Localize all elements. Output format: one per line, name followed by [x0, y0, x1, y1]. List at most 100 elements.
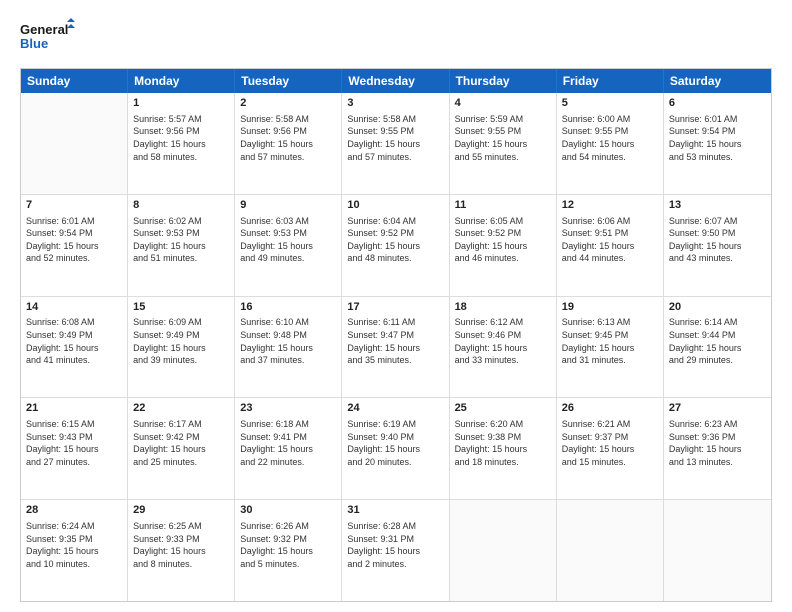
day-info: Sunrise: 6:08 AMSunset: 9:49 PMDaylight:…: [26, 316, 122, 366]
day-number: 20: [669, 300, 766, 315]
day-info: Sunrise: 6:19 AMSunset: 9:40 PMDaylight:…: [347, 418, 443, 468]
day-info: Sunrise: 6:01 AMSunset: 9:54 PMDaylight:…: [669, 113, 766, 163]
day-info: Sunrise: 6:17 AMSunset: 9:42 PMDaylight:…: [133, 418, 229, 468]
day-number: 28: [26, 503, 122, 518]
day-number: 13: [669, 198, 766, 213]
calendar-row: 28 Sunrise: 6:24 AMSunset: 9:35 PMDayligh…: [21, 500, 771, 601]
day-info: Sunrise: 6:11 AMSunset: 9:47 PMDaylight:…: [347, 316, 443, 366]
day-info: Sunrise: 5:59 AMSunset: 9:55 PMDaylight:…: [455, 113, 551, 163]
calendar-cell: 3 Sunrise: 5:58 AMSunset: 9:55 PMDaylight…: [342, 93, 449, 194]
day-info: Sunrise: 6:07 AMSunset: 9:50 PMDaylight:…: [669, 215, 766, 265]
calendar-cell: 5Sunrise: 6:00 AMSunset: 9:55 PMDaylight…: [557, 93, 664, 194]
calendar-cell: 30 Sunrise: 6:26 AMSunset: 9:32 PMDayligh…: [235, 500, 342, 601]
weekday-header: Friday: [557, 69, 664, 93]
day-number: 31: [347, 503, 443, 518]
day-info: Sunrise: 6:26 AMSunset: 9:32 PMDaylight:…: [240, 520, 336, 570]
day-number: 22: [133, 401, 229, 416]
day-number: 4: [455, 96, 551, 111]
logo: General Blue: [20, 18, 75, 58]
day-info: Sunrise: 6:12 AMSunset: 9:46 PMDaylight:…: [455, 316, 551, 366]
calendar-cell: 29Sunrise: 6:25 AMSunset: 9:33 PMDayligh…: [128, 500, 235, 601]
day-info: Sunrise: 6:15 AMSunset: 9:43 PMDaylight:…: [26, 418, 122, 468]
weekday-header: Tuesday: [235, 69, 342, 93]
svg-text:General: General: [20, 22, 68, 37]
day-info: Sunrise: 6:24 AMSunset: 9:35 PMDaylight:…: [26, 520, 122, 570]
calendar-cell: 16Sunrise: 6:10 AMSunset: 9:48 PMDayligh…: [235, 297, 342, 398]
calendar-cell: 25 Sunrise: 6:20 AMSunset: 9:38 PMDayligh…: [450, 398, 557, 499]
day-number: 16: [240, 300, 336, 315]
day-number: 18: [455, 300, 551, 315]
day-info: Sunrise: 6:14 AMSunset: 9:44 PMDaylight:…: [669, 316, 766, 366]
calendar-cell: 24 Sunrise: 6:19 AMSunset: 9:40 PMDayligh…: [342, 398, 449, 499]
calendar-header: SundayMondayTuesdayWednesdayThursdayFrid…: [21, 69, 771, 93]
day-number: 30: [240, 503, 336, 518]
day-number: 25: [455, 401, 551, 416]
day-number: 3: [347, 96, 443, 111]
weekday-header: Thursday: [450, 69, 557, 93]
day-info: Sunrise: 6:04 AMSunset: 9:52 PMDaylight:…: [347, 215, 443, 265]
calendar-cell: [664, 500, 771, 601]
calendar-cell: 11 Sunrise: 6:05 AMSunset: 9:52 PMDayligh…: [450, 195, 557, 296]
calendar-cell: 15Sunrise: 6:09 AMSunset: 9:49 PMDayligh…: [128, 297, 235, 398]
day-info: Sunrise: 6:23 AMSunset: 9:36 PMDaylight:…: [669, 418, 766, 468]
day-info: Sunrise: 6:09 AMSunset: 9:49 PMDaylight:…: [133, 316, 229, 366]
weekday-header: Saturday: [664, 69, 771, 93]
calendar-cell: 9Sunrise: 6:03 AMSunset: 9:53 PMDaylight…: [235, 195, 342, 296]
day-info: Sunrise: 6:05 AMSunset: 9:52 PMDaylight:…: [455, 215, 551, 265]
day-info: Sunrise: 6:18 AMSunset: 9:41 PMDaylight:…: [240, 418, 336, 468]
calendar-row: 14Sunrise: 6:08 AMSunset: 9:49 PMDayligh…: [21, 297, 771, 399]
day-number: 23: [240, 401, 336, 416]
calendar-cell: 1 Sunrise: 5:57 AMSunset: 9:56 PMDaylight…: [128, 93, 235, 194]
calendar-cell: 8Sunrise: 6:02 AMSunset: 9:53 PMDaylight…: [128, 195, 235, 296]
calendar-cell: 4 Sunrise: 5:59 AMSunset: 9:55 PMDaylight…: [450, 93, 557, 194]
calendar-cell: 26Sunrise: 6:21 AMSunset: 9:37 PMDayligh…: [557, 398, 664, 499]
calendar-cell: 21 Sunrise: 6:15 AMSunset: 9:43 PMDayligh…: [21, 398, 128, 499]
day-number: 17: [347, 300, 443, 315]
day-info: Sunrise: 6:06 AMSunset: 9:51 PMDaylight:…: [562, 215, 658, 265]
calendar-cell: 28 Sunrise: 6:24 AMSunset: 9:35 PMDayligh…: [21, 500, 128, 601]
calendar: SundayMondayTuesdayWednesdayThursdayFrid…: [20, 68, 772, 602]
calendar-cell: 31 Sunrise: 6:28 AMSunset: 9:31 PMDayligh…: [342, 500, 449, 601]
calendar-cell: 6Sunrise: 6:01 AMSunset: 9:54 PMDaylight…: [664, 93, 771, 194]
day-number: 29: [133, 503, 229, 518]
day-info: Sunrise: 6:28 AMSunset: 9:31 PMDaylight:…: [347, 520, 443, 570]
day-number: 2: [240, 96, 336, 111]
calendar-row: 21 Sunrise: 6:15 AMSunset: 9:43 PMDayligh…: [21, 398, 771, 500]
calendar-cell: 2 Sunrise: 5:58 AMSunset: 9:56 PMDaylight…: [235, 93, 342, 194]
calendar-cell: [450, 500, 557, 601]
weekday-header: Wednesday: [342, 69, 449, 93]
calendar-cell: 10 Sunrise: 6:04 AMSunset: 9:52 PMDayligh…: [342, 195, 449, 296]
day-number: 21: [26, 401, 122, 416]
weekday-header: Sunday: [21, 69, 128, 93]
day-number: 26: [562, 401, 658, 416]
day-info: Sunrise: 5:58 AMSunset: 9:56 PMDaylight:…: [240, 113, 336, 163]
day-number: 7: [26, 198, 122, 213]
calendar-cell: 18Sunrise: 6:12 AMSunset: 9:46 PMDayligh…: [450, 297, 557, 398]
day-info: Sunrise: 6:10 AMSunset: 9:48 PMDaylight:…: [240, 316, 336, 366]
day-number: 11: [455, 198, 551, 213]
svg-text:Blue: Blue: [20, 36, 48, 51]
day-number: 9: [240, 198, 336, 213]
day-number: 1: [133, 96, 229, 111]
calendar-row: 7 Sunrise: 6:01 AMSunset: 9:54 PMDaylight…: [21, 195, 771, 297]
day-info: Sunrise: 6:20 AMSunset: 9:38 PMDaylight:…: [455, 418, 551, 468]
calendar-row: 1 Sunrise: 5:57 AMSunset: 9:56 PMDaylight…: [21, 93, 771, 195]
weekday-header: Monday: [128, 69, 235, 93]
calendar-cell: 20Sunrise: 6:14 AMSunset: 9:44 PMDayligh…: [664, 297, 771, 398]
day-info: Sunrise: 6:01 AMSunset: 9:54 PMDaylight:…: [26, 215, 122, 265]
day-number: 15: [133, 300, 229, 315]
logo-svg: General Blue: [20, 18, 75, 58]
calendar-page: General Blue SundayMondayTuesdayWednesda…: [0, 0, 792, 612]
day-number: 19: [562, 300, 658, 315]
calendar-cell: 27 Sunrise: 6:23 AMSunset: 9:36 PMDayligh…: [664, 398, 771, 499]
calendar-cell: 23 Sunrise: 6:18 AMSunset: 9:41 PMDayligh…: [235, 398, 342, 499]
calendar-cell: 22 Sunrise: 6:17 AMSunset: 9:42 PMDayligh…: [128, 398, 235, 499]
day-number: 27: [669, 401, 766, 416]
day-info: Sunrise: 6:02 AMSunset: 9:53 PMDaylight:…: [133, 215, 229, 265]
calendar-cell: [21, 93, 128, 194]
day-number: 24: [347, 401, 443, 416]
day-number: 10: [347, 198, 443, 213]
header: General Blue: [20, 18, 772, 58]
day-info: Sunrise: 5:57 AMSunset: 9:56 PMDaylight:…: [133, 113, 229, 163]
day-info: Sunrise: 5:58 AMSunset: 9:55 PMDaylight:…: [347, 113, 443, 163]
